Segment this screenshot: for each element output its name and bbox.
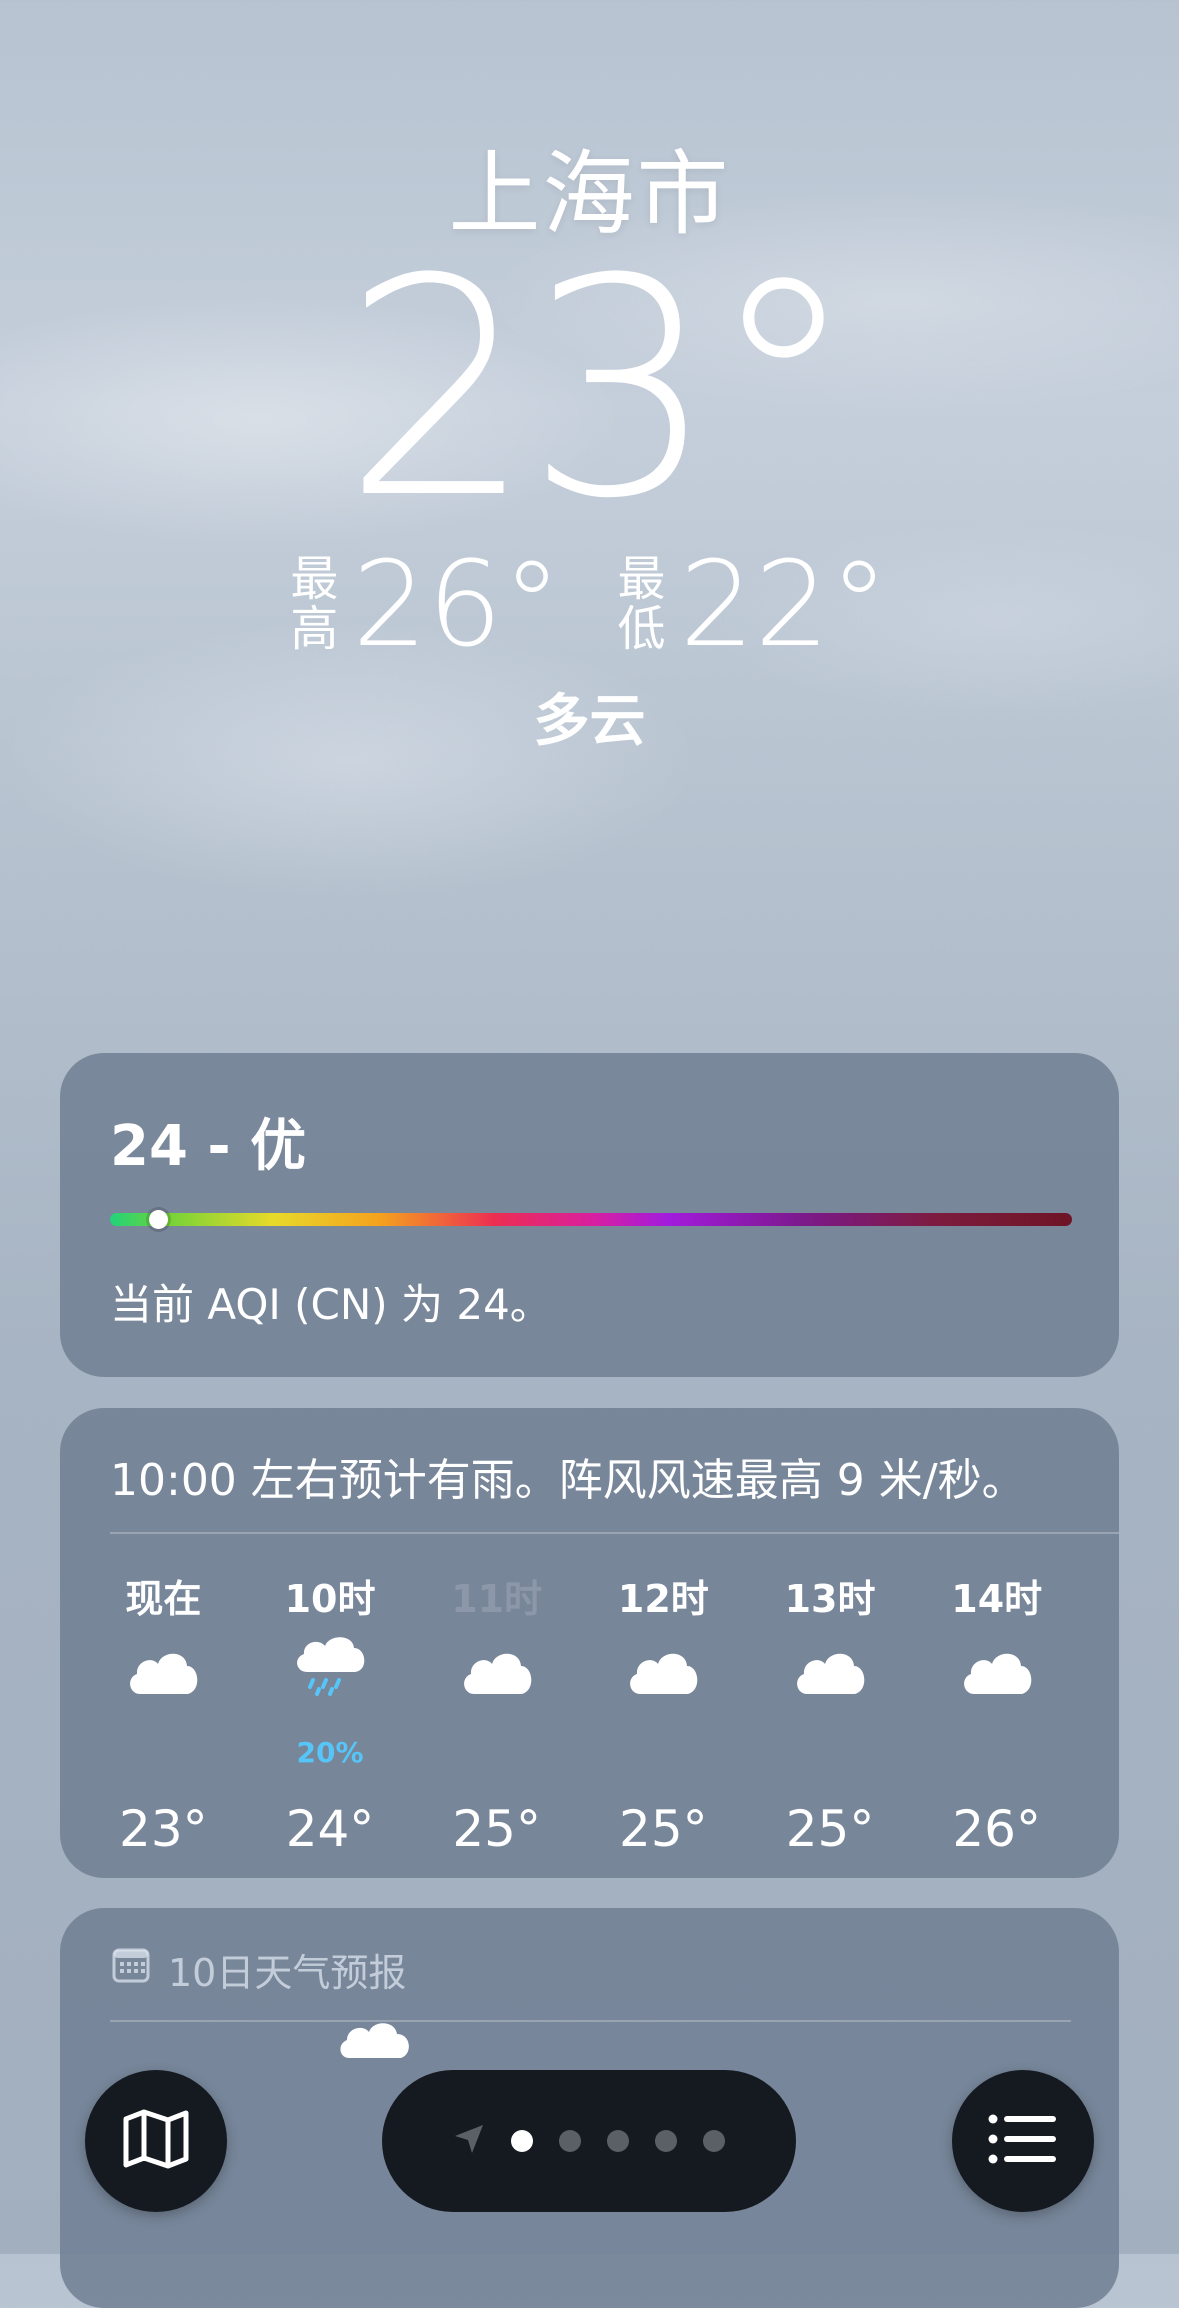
hourly-temperature: 25°: [619, 1800, 708, 1858]
cloud-icon: [580, 1648, 747, 1738]
hourly-list[interactable]: 现在 23° 10时 20% 24° 11时 25° 12时 25° 13时 25° 14时 26°: [80, 1568, 1080, 1858]
hourly-time: 14时: [951, 1577, 1043, 1621]
hourly-divider: [110, 1532, 1119, 1534]
weather-condition: 多云: [533, 689, 646, 754]
hourly-forecast-card[interactable]: 10:00 左右预计有雨。阵风风速最高 9 米/秒。 现在 23° 10时 20% 24…: [60, 1408, 1119, 1878]
hourly-time: 13时: [784, 1577, 876, 1621]
page-dot[interactable]: [703, 2130, 725, 2152]
ten-day-header: 10日天气预报: [112, 1942, 406, 1997]
low-value: 22°: [679, 535, 889, 673]
location-arrow-icon[interactable]: [453, 2123, 485, 2159]
list-icon: [988, 2113, 1058, 2169]
page-dot[interactable]: [607, 2130, 629, 2152]
hourly-temperature: 26°: [952, 1800, 1041, 1858]
hourly-item: 10时 20% 24°: [247, 1568, 414, 1858]
air-quality-card[interactable]: 24 - 优 当前 AQI (CN) 为 24。: [60, 1053, 1119, 1377]
hourly-time: 10时: [284, 1577, 376, 1621]
low-label-char-2: 低: [617, 601, 666, 657]
high-label-char-2: 高: [290, 601, 339, 657]
page-dot[interactable]: [511, 2130, 533, 2152]
cloud-icon: [747, 1648, 914, 1738]
hourly-item: 13时 25°: [747, 1568, 914, 1858]
page-indicator[interactable]: [382, 2070, 796, 2212]
hourly-item: 14时 26°: [913, 1568, 1080, 1858]
aqi-headline: 24 - 优: [110, 1114, 307, 1179]
cloud-icon: [413, 1648, 580, 1738]
hourly-temperature: 23°: [119, 1800, 208, 1858]
cloud-rain-icon: [247, 1636, 414, 1726]
low-label: 最 低: [617, 550, 666, 657]
hourly-summary: 10:00 左右预计有雨。阵风风速最高 9 米/秒。: [110, 1455, 1026, 1506]
ten-day-divider: [110, 2020, 1071, 2022]
current-temperature: 23°: [342, 215, 859, 564]
calendar-icon: [112, 1947, 150, 1992]
hourly-item: 11时 25°: [413, 1568, 580, 1858]
hourly-temperature: 25°: [785, 1800, 875, 1858]
hourly-temperature: 25°: [452, 1800, 541, 1858]
hourly-item: 12时 25°: [580, 1568, 747, 1858]
map-icon: [123, 2109, 189, 2173]
hourly-time: 12时: [617, 1577, 709, 1621]
aqi-scale-bar: [110, 1210, 1072, 1229]
cloud-icon: [913, 1648, 1080, 1738]
cloud-icon: [80, 1648, 247, 1738]
low-temperature: 最 低 22°: [618, 545, 889, 663]
aqi-description: 当前 AQI (CN) 为 24。: [110, 1280, 552, 1329]
high-temperature: 最 高 26°: [290, 545, 561, 663]
hourly-temperature: 24°: [285, 1800, 375, 1858]
map-button[interactable]: [85, 2070, 227, 2212]
low-label-char-1: 最: [617, 550, 666, 607]
cloud-icon: [335, 2018, 415, 2062]
ten-day-title: 10日天气预报: [168, 1951, 407, 1995]
page-dot[interactable]: [559, 2130, 581, 2152]
location-list-button[interactable]: [952, 2070, 1094, 2212]
hourly-time: 11时: [451, 1577, 543, 1621]
high-label-char-1: 最: [290, 550, 339, 607]
aqi-scale-indicator: [149, 1210, 169, 1229]
high-value: 26°: [352, 535, 562, 673]
high-low-temperatures: 最 高 26° 最 低 22°: [0, 545, 1179, 663]
hourly-precipitation: 20%: [296, 1736, 364, 1769]
hourly-time: 现在: [125, 1577, 202, 1621]
high-label: 最 高: [290, 550, 339, 657]
page-dot[interactable]: [655, 2130, 677, 2152]
hourly-item: 现在 23°: [80, 1568, 247, 1858]
